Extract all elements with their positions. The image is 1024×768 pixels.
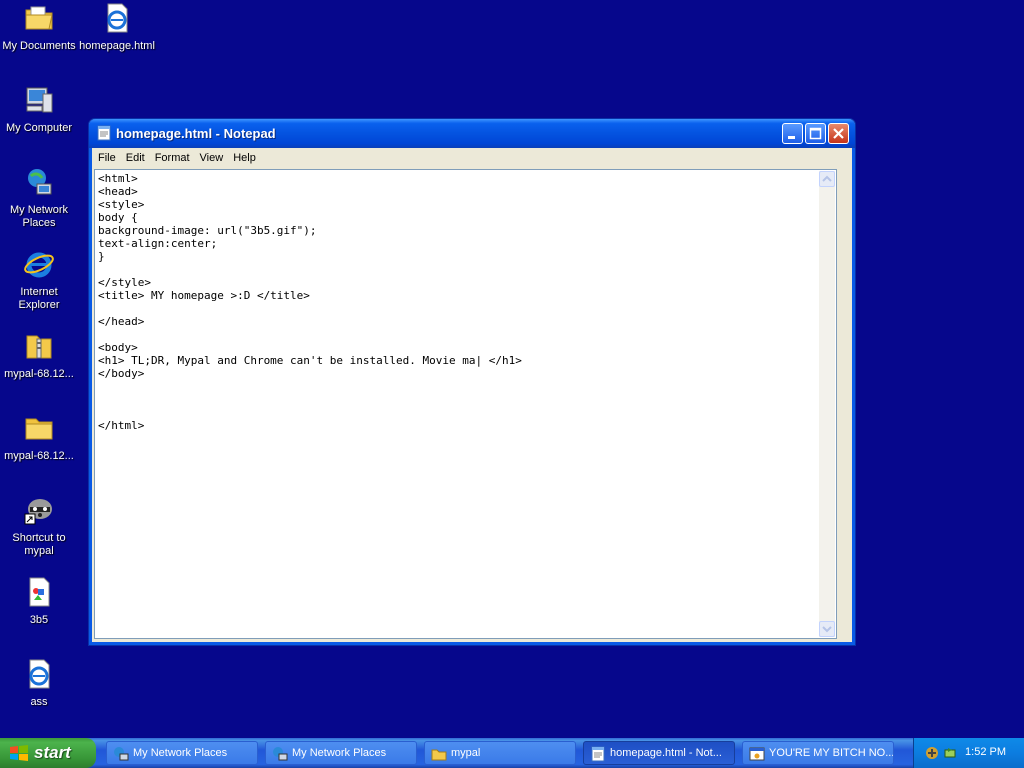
desktop-icon-my-documents[interactable]: My Documents	[0, 2, 78, 53]
close-icon	[833, 128, 844, 139]
desktop-icon-shortcut-to-mypal[interactable]: Shortcut to mypal	[0, 494, 78, 558]
desktop-icon-homepage-html[interactable]: homepage.html	[78, 2, 156, 53]
desktop-icon-label: 3b5	[29, 614, 49, 626]
notepad-icon	[96, 125, 112, 141]
raccoon-shortcut-icon	[23, 494, 55, 526]
internet-explorer-icon	[23, 248, 55, 280]
text-editor[interactable]: <html> <head> <style> body { background-…	[94, 169, 837, 639]
desktop-icon-label: Internet Explorer	[18, 286, 60, 311]
minimize-icon	[788, 136, 795, 139]
taskbar: start My Network Places My Network Place…	[0, 738, 1024, 768]
taskbar-item-label: My Network Places	[133, 747, 228, 759]
window-title: homepage.html - Notepad	[116, 126, 276, 141]
scroll-down-button[interactable]	[819, 621, 835, 637]
desktop-icon-label: My Computer	[5, 122, 73, 134]
start-label: start	[34, 743, 71, 762]
desktop-icon-ass[interactable]: ass	[0, 658, 78, 709]
desktop-icon-label: My Network Places	[9, 204, 69, 229]
taskbar-item-network-places-2[interactable]: My Network Places	[265, 741, 417, 765]
gif-image-icon	[23, 576, 55, 608]
windows-logo-icon	[9, 744, 29, 762]
folder-icon	[431, 746, 447, 762]
desktop-icon-label: Shortcut to mypal	[12, 532, 66, 557]
maximize-icon	[809, 127, 822, 140]
taskbar-item-network-places-1[interactable]: My Network Places	[106, 741, 258, 765]
close-button[interactable]	[828, 123, 849, 144]
arrow-up-icon	[822, 175, 832, 182]
menu-format[interactable]: Format	[150, 148, 195, 165]
desktop-icon-mypal-folder[interactable]: mypal-68.12...	[0, 412, 78, 463]
safely-remove-hardware-icon[interactable]	[942, 745, 958, 761]
desktop-icon-internet-explorer[interactable]: Internet Explorer	[0, 248, 78, 312]
system-tray: 1:52 PM	[913, 738, 1024, 768]
taskbar-item-notepad[interactable]: homepage.html - Not...	[583, 741, 735, 765]
start-button[interactable]: start	[0, 738, 96, 768]
computer-icon	[23, 84, 55, 116]
notepad-icon	[590, 746, 606, 762]
network-places-icon	[23, 166, 55, 198]
menu-file[interactable]: File	[93, 148, 121, 165]
editor-content[interactable]: <html> <head> <style> body { background-…	[95, 170, 836, 432]
desktop-icon-3b5[interactable]: 3b5	[0, 576, 78, 627]
menu-bar: File Edit Format View Help	[93, 148, 851, 168]
arrow-down-icon	[822, 626, 832, 633]
taskbar-item-label: mypal	[451, 747, 481, 759]
desktop-icon-mypal-zip[interactable]: mypal-68.12...	[0, 330, 78, 381]
app-window-icon	[749, 746, 765, 762]
folder-documents-icon	[23, 2, 55, 34]
desktop-icon-label: My Documents	[2, 40, 76, 52]
maximize-button[interactable]	[805, 123, 826, 144]
vertical-scrollbar[interactable]	[819, 171, 835, 637]
taskbar-item-label: homepage.html - Not...	[610, 747, 722, 759]
taskbar-item-label: My Network Places	[292, 747, 387, 759]
menu-edit[interactable]: Edit	[121, 148, 150, 165]
tray-app-icon[interactable]	[924, 745, 940, 761]
folder-icon	[23, 412, 55, 444]
zip-folder-icon	[23, 330, 55, 362]
scroll-up-button[interactable]	[819, 171, 835, 187]
clock[interactable]: 1:52 PM	[965, 746, 1006, 758]
desktop-icon-label: homepage.html	[79, 40, 155, 52]
ie-document-icon	[101, 2, 133, 34]
desktop-icon-label: ass	[30, 696, 48, 708]
menu-help[interactable]: Help	[228, 148, 261, 165]
notepad-window: homepage.html - Notepad File Edit Format Vi…	[88, 118, 856, 646]
title-bar[interactable]: homepage.html - Notepad	[89, 119, 855, 148]
network-places-icon	[272, 746, 288, 762]
taskbar-item-browser[interactable]: YOU'RE MY BITCH NO...	[742, 741, 894, 765]
taskbar-item-mypal[interactable]: mypal	[424, 741, 576, 765]
desktop-icon-my-network-places[interactable]: My Network Places	[0, 166, 78, 230]
desktop-icon-my-computer[interactable]: My Computer	[0, 84, 78, 135]
desktop-icon-label: mypal-68.12...	[4, 368, 74, 380]
network-places-icon	[113, 746, 129, 762]
desktop-icon-label: mypal-68.12...	[4, 450, 74, 462]
minimize-button[interactable]	[782, 123, 803, 144]
ie-document-icon	[23, 658, 55, 690]
taskbar-item-label: YOU'RE MY BITCH NO...	[769, 747, 894, 759]
menu-view[interactable]: View	[195, 148, 229, 165]
